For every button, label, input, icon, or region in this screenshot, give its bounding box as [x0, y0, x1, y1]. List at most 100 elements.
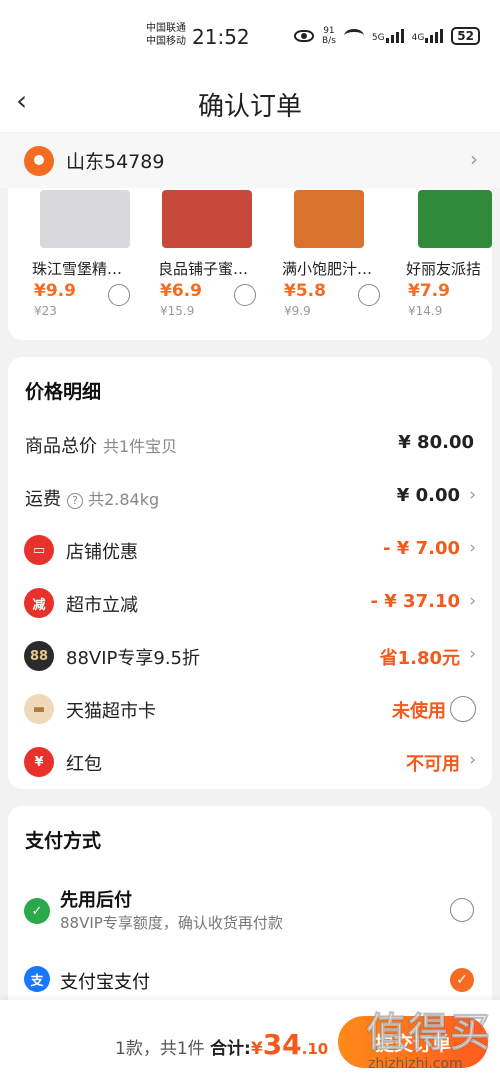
submit-order-button[interactable]: 提交订单: [338, 1016, 488, 1068]
wifi-icon: [343, 29, 364, 43]
product-name: 珠江雪堡精…: [32, 260, 123, 278]
net-speed-unit: B/s: [321, 36, 336, 46]
alipay-icon: 支: [24, 966, 50, 992]
help-icon[interactable]: ?: [67, 493, 83, 509]
row-shipping[interactable]: 运费? 共2.84kg ¥ 0.00 ›: [8, 477, 492, 517]
red-packet-value: 不可用: [406, 754, 460, 775]
chevron-right-icon: ›: [469, 750, 476, 770]
product-original-price: ¥23: [34, 304, 57, 318]
product-card[interactable]: 好丽友派拮 ¥7.9 ¥14.9: [382, 188, 492, 328]
product-name: 良品铺子蜜…: [158, 260, 249, 278]
coupon-icon: ▭: [24, 535, 54, 565]
pay-option-later[interactable]: ✓ 先用后付 88VIP专享额度，确认收货再付款: [8, 882, 492, 942]
row-88vip[interactable]: 88 88VIP专享9.5折 省1.80元 ›: [8, 636, 492, 676]
signal-4g: 4G: [412, 29, 444, 43]
product-card[interactable]: 珠江雪堡精… ¥9.9 ¥23: [8, 188, 130, 328]
carrier-2: 中国移动: [146, 36, 186, 47]
product-image: [418, 190, 492, 248]
product-select-radio[interactable]: [108, 284, 130, 306]
pay-later-radio[interactable]: [450, 898, 474, 922]
net-speed: 91 B/s: [322, 26, 336, 46]
red-packet-label: 红包: [66, 754, 102, 775]
shipping-weight: 共2.84kg: [88, 490, 160, 509]
total-decimal: .10: [301, 1040, 329, 1058]
total-label: 合计:: [210, 1039, 251, 1059]
tmall-card-radio[interactable]: [450, 696, 476, 722]
product-original-price: ¥15.9: [160, 304, 195, 318]
status-icons: 91 B/s 5G 4G 52: [293, 26, 480, 46]
shipping-value: ¥ 0.00: [396, 485, 460, 506]
row-goods-total: 商品总价 共1件宝贝 ¥ 80.00: [8, 424, 492, 464]
product-select-radio[interactable]: [234, 284, 256, 306]
product-image: [162, 190, 252, 248]
section-title: 价格明细: [25, 381, 102, 403]
product-recommendations: 珠江雪堡精… ¥9.9 ¥23 良品铺子蜜… ¥6.9 ¥15.9 满小饱肥汁……: [8, 188, 492, 340]
location-pin-icon: [24, 145, 54, 176]
pay-later-label: 先用后付: [60, 890, 132, 911]
supermarket-discount-value: - ¥ 37.10: [370, 591, 460, 612]
product-price: ¥9.9: [34, 281, 76, 301]
tmall-card-label: 天猫超市卡: [66, 701, 156, 722]
row-red-packet[interactable]: ¥ 红包 不可用 ›: [8, 742, 492, 782]
pay-later-desc: 88VIP专享额度，确认收货再付款: [60, 914, 283, 932]
product-image: [40, 190, 130, 248]
chevron-right-icon: ›: [470, 147, 478, 171]
vip-discount-value: 省1.80元: [379, 648, 460, 669]
pay-option-alipay[interactable]: 支 支付宝支付 ✓: [8, 964, 492, 994]
section-title: 支付方式: [25, 830, 102, 852]
net-speed-value: 91: [323, 26, 335, 36]
goods-total-value: ¥ 80.00: [398, 432, 474, 453]
carrier-info: 中国联通 中国移动: [146, 22, 186, 48]
pay-later-icon: ✓: [24, 898, 50, 924]
signal-icon: [425, 29, 444, 43]
red-packet-icon: ¥: [24, 747, 54, 777]
row-supermarket-discount[interactable]: 减 超市立减 - ¥ 37.10 ›: [8, 583, 492, 623]
product-name: 好丽友派拮: [406, 260, 482, 278]
status-bar: 中国联通 中国移动 21:52 91 B/s 5G 4G 52: [0, 0, 500, 70]
signal-icon: [385, 29, 404, 43]
row-label: 商品总价 共1件宝贝: [25, 432, 177, 458]
chevron-right-icon: ›: [469, 538, 476, 558]
product-name: 满小饱肥汁…: [282, 260, 373, 278]
alipay-label: 支付宝支付: [60, 972, 150, 993]
currency-symbol: ¥: [250, 1039, 263, 1059]
item-count: 1款，共1件: [115, 1039, 205, 1059]
product-card[interactable]: 满小饱肥汁… ¥5.8 ¥9.9: [258, 188, 380, 328]
order-summary: 1款，共1件 合计:¥34.10: [115, 1028, 328, 1061]
product-select-radio[interactable]: [358, 284, 380, 306]
product-card[interactable]: 良品铺子蜜… ¥6.9 ¥15.9: [134, 188, 256, 328]
row-label: 运费? 共2.84kg: [25, 485, 159, 511]
signal-4g-label: 4G: [411, 33, 425, 43]
supermarket-discount-label: 超市立减: [66, 595, 138, 616]
discount-icon: 减: [24, 588, 54, 618]
check-icon[interactable]: ✓: [450, 968, 474, 992]
store-discount-label: 店铺优惠: [66, 542, 138, 563]
vip88-icon: 88: [24, 641, 54, 671]
chevron-right-icon: ›: [469, 644, 476, 664]
store-discount-value: - ¥ 7.00: [383, 538, 460, 559]
vip-discount-label: 88VIP专享9.5折: [66, 648, 201, 669]
checkout-bar: 1款，共1件 合计:¥34.10 提交订单: [0, 1000, 500, 1083]
shipping-label: 运费: [25, 489, 61, 510]
carrier-1: 中国联通: [146, 23, 186, 34]
price-detail-card: 价格明细 商品总价 共1件宝贝 ¥ 80.00 运费? 共2.84kg ¥ 0.0…: [8, 357, 492, 789]
product-price: ¥6.9: [160, 281, 202, 301]
delivery-address[interactable]: 山东54789 ›: [0, 133, 500, 188]
tmall-card-value: 未使用: [392, 701, 446, 722]
payment-method-card: 支付方式 ✓ 先用后付 88VIP专享额度，确认收货再付款 支 支付宝支付 ✓: [8, 806, 492, 1006]
row-store-discount[interactable]: ▭ 店铺优惠 - ¥ 7.00 ›: [8, 530, 492, 570]
chevron-right-icon: ›: [469, 485, 476, 505]
signal-5g: 5G: [372, 29, 404, 43]
gift-card-icon: ▬: [24, 694, 54, 724]
signal-5g-label: 5G: [371, 33, 385, 43]
product-image: [294, 190, 364, 248]
product-original-price: ¥14.9: [408, 304, 443, 318]
row-tmall-card[interactable]: ▬ 天猫超市卡 未使用: [8, 689, 492, 729]
eye-icon: [293, 30, 314, 42]
page-header: ‹ 确认订单: [0, 70, 500, 132]
product-price: ¥5.8: [284, 281, 326, 301]
product-original-price: ¥9.9: [284, 304, 311, 318]
page-title: 确认订单: [197, 92, 302, 122]
address-text: 山东54789: [66, 151, 165, 173]
goods-total-label: 商品总价: [25, 436, 97, 457]
